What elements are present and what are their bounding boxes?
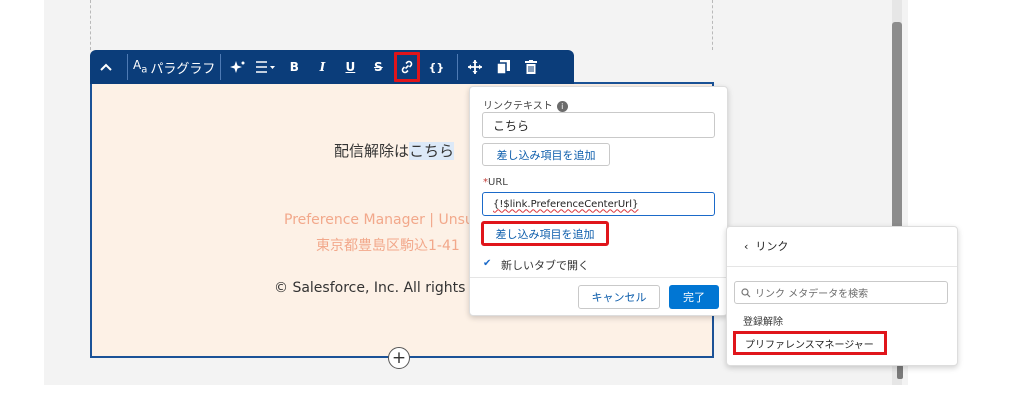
link-text-input[interactable]: こちら xyxy=(482,112,715,138)
toolbar-divider xyxy=(220,54,222,80)
preference-manager-item[interactable]: プリファレンスマネージャー xyxy=(733,331,887,355)
text-style-icon: Aa xyxy=(133,58,148,76)
ai-sparkle-icon[interactable] xyxy=(226,54,250,80)
scrollbar-end-marker xyxy=(897,365,903,379)
add-merge-field-button-1[interactable]: 差し込み項目を追加 xyxy=(482,143,610,166)
toolbar-divider xyxy=(457,54,459,80)
new-tab-label: 新しいタブで開く xyxy=(501,259,589,272)
panel-back-header[interactable]: ‹ リンク xyxy=(744,238,788,254)
move-icon[interactable] xyxy=(463,54,487,80)
italic-button[interactable]: I xyxy=(310,54,334,80)
align-dropdown-icon[interactable] xyxy=(254,54,278,80)
toolbar-divider xyxy=(127,54,128,80)
new-tab-checkbox[interactable]: ✔ xyxy=(483,258,494,269)
url-value: {!$link.PreferenceCenterUrl} xyxy=(493,198,639,210)
selected-link-text[interactable]: こちら xyxy=(409,142,455,160)
paragraph-format-dropdown[interactable]: Aa パラグラフ xyxy=(133,58,216,77)
unsubscribe-prefix: 配信解除は xyxy=(334,142,410,160)
editor-stage: Aa パラグラフ B I U S {} 配信解除はこちら Preference … xyxy=(0,0,1024,405)
paragraph-label: パラグラフ xyxy=(150,61,216,77)
delete-icon[interactable] xyxy=(519,54,543,80)
bold-button[interactable]: B xyxy=(282,54,306,80)
url-label-row: *URL xyxy=(483,177,508,188)
url-label: URL xyxy=(488,177,508,188)
url-input[interactable]: {!$link.PreferenceCenterUrl} xyxy=(482,192,715,216)
insert-link-button[interactable] xyxy=(394,52,421,82)
group-label: 登録解除 xyxy=(743,317,783,328)
info-icon[interactable]: i xyxy=(556,100,568,112)
section-guide-left xyxy=(90,0,91,50)
search-placeholder: リンク メタデータを検索 xyxy=(755,289,869,300)
cancel-button[interactable]: キャンセル xyxy=(578,285,660,309)
metadata-search-input[interactable]: リンク メタデータを検索 xyxy=(734,281,948,304)
link-text-value: こちら xyxy=(493,118,530,133)
popover-divider xyxy=(470,277,727,278)
panel-divider xyxy=(727,266,957,267)
chevron-left-icon: ‹ xyxy=(744,240,749,253)
strikethrough-button[interactable]: S xyxy=(366,54,390,80)
link-icon xyxy=(402,60,413,74)
add-merge-field-button-2[interactable]: 差し込み項目を追加 xyxy=(481,221,609,246)
done-button[interactable]: 完了 xyxy=(669,285,719,309)
link-text-label-row: リンクテキスト i xyxy=(483,97,568,112)
section-guide-right xyxy=(712,0,713,50)
panel-back-label: リンク xyxy=(755,240,789,253)
search-icon xyxy=(741,287,751,297)
underline-button[interactable]: U xyxy=(338,54,362,80)
collapse-chevron-icon[interactable] xyxy=(94,54,118,80)
preference-manager-text: Preference Manager | Unsu xyxy=(284,212,474,228)
link-text-label: リンクテキスト xyxy=(483,101,553,112)
merge-field-button[interactable]: {} xyxy=(424,54,448,80)
duplicate-icon[interactable] xyxy=(491,54,515,80)
add-block-plus-icon[interactable]: + xyxy=(388,347,410,369)
copyright-text: © Salesforce, Inc. All rights r xyxy=(274,280,476,296)
address-text: 東京都豊島区駒込1-41 xyxy=(316,238,460,254)
unsubscribe-text: 配信解除はこちら xyxy=(334,140,455,161)
rich-text-toolbar: Aa パラグラフ B I U S {} xyxy=(90,50,574,84)
